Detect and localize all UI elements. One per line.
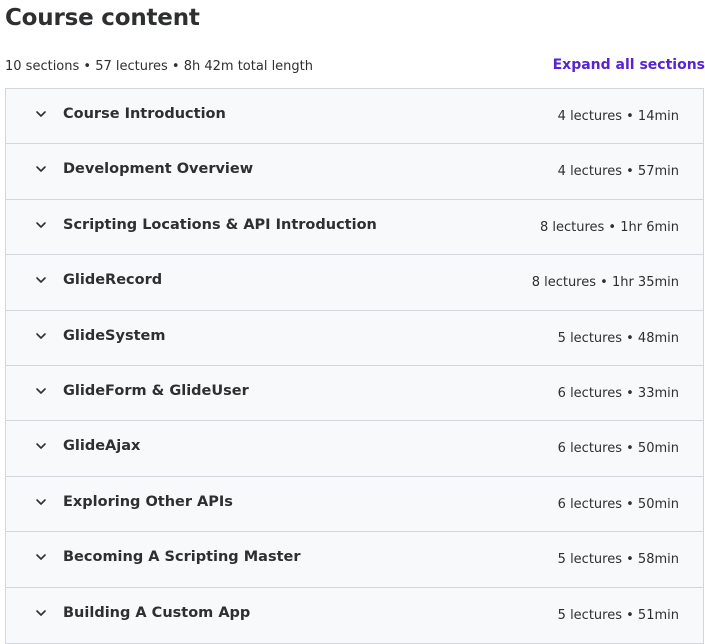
section-scripting-locations[interactable]: Scripting Locations & API Introduction 8… bbox=[6, 199, 703, 256]
section-glideajax[interactable]: GlideAjax 6 lectures • 50min bbox=[6, 421, 703, 477]
section-meta: 6 lectures • 33min bbox=[557, 385, 679, 401]
section-course-introduction[interactable]: Course Introduction 4 lectures • 14min bbox=[6, 89, 703, 145]
sections-list: Course Introduction 4 lectures • 14min D… bbox=[5, 88, 704, 644]
course-summary-row: 10 sections • 57 lectures • 8h 42m total… bbox=[5, 56, 705, 78]
chevron-down-icon bbox=[36, 111, 46, 117]
page-title: Course content bbox=[5, 5, 200, 31]
section-meta: 5 lectures • 58min bbox=[557, 552, 679, 568]
section-exploring-other-apis[interactable]: Exploring Other APIs 6 lectures • 50min bbox=[6, 476, 703, 533]
chevron-down-icon bbox=[36, 388, 46, 394]
chevron-down-icon bbox=[36, 554, 46, 560]
section-title: Exploring Other APIs bbox=[63, 493, 233, 510]
chevron-down-icon bbox=[36, 221, 46, 228]
expand-all-button[interactable]: Expand all sections bbox=[553, 57, 705, 73]
section-glidesystem[interactable]: GlideSystem 5 lectures • 48min bbox=[6, 310, 703, 366]
section-meta: 5 lectures • 48min bbox=[557, 330, 679, 346]
section-title: Course Introduction bbox=[63, 106, 226, 122]
chevron-down-icon bbox=[36, 277, 46, 283]
section-development-overview[interactable]: Development Overview 4 lectures • 57min bbox=[6, 144, 703, 200]
section-meta: 8 lectures • 1hr 35min bbox=[531, 275, 679, 291]
chevron-down-icon bbox=[36, 332, 46, 339]
chevron-down-icon bbox=[36, 498, 46, 505]
section-meta: 8 lectures • 1hr 6min bbox=[539, 219, 679, 235]
section-title: GlideSystem bbox=[63, 327, 166, 344]
chevron-down-icon bbox=[36, 609, 46, 616]
section-title: GlideRecord bbox=[63, 272, 163, 289]
section-title: Development Overview bbox=[63, 161, 254, 178]
section-meta: 5 lectures • 51min bbox=[557, 607, 679, 623]
chevron-down-icon bbox=[36, 166, 46, 173]
section-meta: 4 lectures • 57min bbox=[557, 164, 679, 180]
section-glideform-glideuser[interactable]: GlideForm & GlideUser 6 lectures • 33min bbox=[6, 365, 703, 422]
section-title: GlideAjax bbox=[63, 438, 141, 455]
section-gliderecord[interactable]: GlideRecord 8 lectures • 1hr 35min bbox=[6, 255, 703, 311]
section-meta: 6 lectures • 50min bbox=[557, 441, 679, 457]
course-summary: 10 sections • 57 lectures • 8h 42m total… bbox=[5, 59, 314, 74]
section-meta: 6 lectures • 50min bbox=[557, 496, 679, 512]
section-becoming-a-scripting-master[interactable]: Becoming A Scripting Master 5 lectures •… bbox=[6, 532, 703, 588]
section-title: Scripting Locations & API Introduction bbox=[63, 216, 377, 233]
section-title: Building A Custom App bbox=[63, 604, 251, 621]
chevron-down-icon bbox=[36, 443, 46, 450]
section-title: Becoming A Scripting Master bbox=[63, 549, 301, 566]
section-title: GlideForm & GlideUser bbox=[63, 382, 249, 399]
section-building-a-custom-app[interactable]: Building A Custom App 5 lectures • 51min bbox=[6, 587, 703, 643]
section-meta: 4 lectures • 14min bbox=[557, 109, 679, 124]
